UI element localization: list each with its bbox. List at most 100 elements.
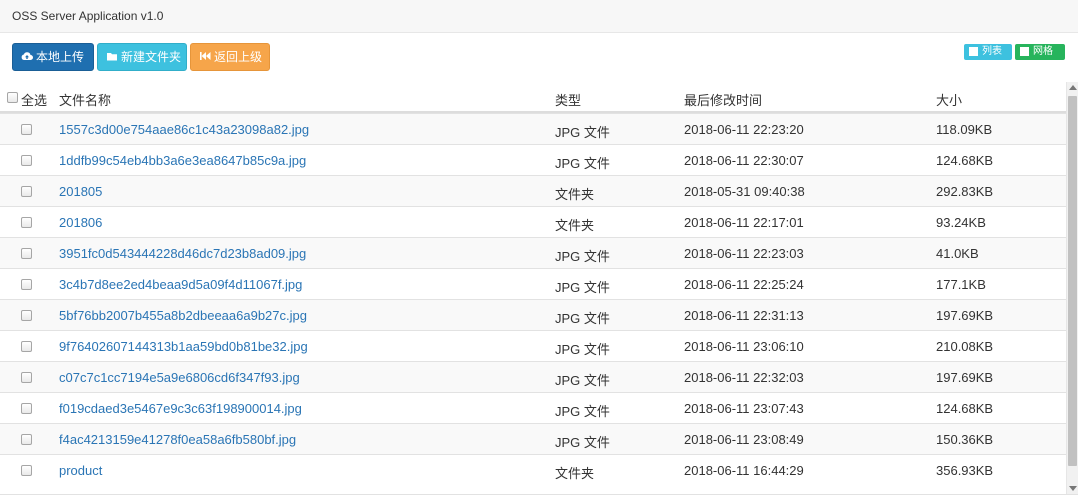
file-type: JPG 文件	[555, 156, 610, 171]
file-type: 文件夹	[555, 466, 595, 481]
upload-button-label: 本地上传	[36, 50, 85, 64]
row-checkbox[interactable]	[21, 403, 32, 414]
file-size: 124.68KB	[936, 153, 994, 168]
file-type: JPG 文件	[555, 125, 610, 140]
file-name-link[interactable]: f4ac4213159e41278f0ea58a6fb580bf.jpg	[59, 432, 296, 447]
file-name-link[interactable]: 201806	[59, 215, 102, 230]
modified-time: 2018-06-11 22:23:03	[684, 246, 804, 261]
column-header-modified: 最后修改时间	[684, 93, 763, 108]
back-button-label: 返回上级	[214, 50, 263, 64]
file-type: JPG 文件	[555, 435, 610, 450]
row-checkbox[interactable]	[21, 248, 32, 259]
file-size: 356.93KB	[936, 463, 994, 478]
column-header-type: 类型	[555, 93, 582, 108]
modified-time: 2018-06-11 22:23:20	[684, 122, 804, 137]
row-checkbox[interactable]	[21, 310, 32, 321]
file-table: 全选 文件名称 类型 最后修改时间 大小 1557c3d00e754aae86c…	[0, 82, 1066, 494]
table-row[interactable]: 5bf76bb2007b455a8b2dbeeaa6a9b27c.jpg JPG …	[0, 299, 1066, 330]
row-checkbox[interactable]	[21, 341, 32, 352]
table-row[interactable]: 201806 文件夹 2018-06-11 22:17:01 93.24KB	[0, 206, 1066, 237]
scroll-down-icon[interactable]	[1069, 486, 1077, 491]
file-size: 292.83KB	[936, 184, 994, 199]
back-button[interactable]: 返回上级	[190, 43, 270, 71]
modified-time: 2018-06-11 23:07:43	[684, 401, 804, 416]
modified-time: 2018-06-11 23:08:49	[684, 432, 804, 447]
table-row[interactable]: product 文件夹 2018-06-11 16:44:29 356.93KB	[0, 454, 1066, 485]
file-type: JPG 文件	[555, 373, 610, 388]
file-type: JPG 文件	[555, 311, 610, 326]
modified-time: 2018-06-11 22:25:24	[684, 277, 804, 292]
file-name-link[interactable]: 9f76402607144313b1aa59bd0b81be32.jpg	[59, 339, 308, 354]
row-checkbox[interactable]	[21, 465, 32, 476]
table-header: 全选 文件名称 类型 最后修改时间 大小	[0, 82, 1066, 113]
vertical-scrollbar[interactable]	[1066, 82, 1078, 494]
new-folder-button[interactable]: 新建文件夹	[97, 43, 187, 71]
row-checkbox[interactable]	[21, 279, 32, 290]
grid-icon	[1020, 47, 1029, 56]
table-row[interactable]: 3951fc0d543444228d46dc7d23b8ad09.jpg JPG …	[0, 237, 1066, 268]
row-checkbox[interactable]	[21, 124, 32, 135]
table-row[interactable]: f4ac4213159e41278f0ea58a6fb580bf.jpg JPG …	[0, 423, 1066, 454]
file-type: 文件夹	[555, 218, 595, 233]
list-view-button[interactable]: 列表	[964, 44, 1012, 60]
modified-time: 2018-06-11 23:06:10	[684, 339, 804, 354]
scrollbar-thumb[interactable]	[1068, 96, 1077, 466]
file-type: JPG 文件	[555, 404, 610, 419]
grid-view-label: 网格	[1033, 46, 1053, 57]
grid-view-button[interactable]: 网格	[1015, 44, 1065, 60]
scroll-up-icon[interactable]	[1069, 85, 1077, 90]
list-view-label: 列表	[982, 46, 1002, 57]
file-name-link[interactable]: 1ddfb99c54eb4bb3a6e3ea8647b85c9a.jpg	[59, 153, 306, 168]
column-header-size: 大小	[936, 93, 963, 108]
folder-icon	[107, 53, 117, 61]
app-header: OSS Server Application v1.0	[0, 0, 1078, 33]
table-row[interactable]: 1ddfb99c54eb4bb3a6e3ea8647b85c9a.jpg JPG …	[0, 144, 1066, 175]
table-row[interactable]: c07c7c1cc7194e5a9e6806cd6f347f93.jpg JPG …	[0, 361, 1066, 392]
modified-time: 2018-06-11 16:44:29	[684, 463, 804, 478]
file-name-link[interactable]: 3951fc0d543444228d46dc7d23b8ad09.jpg	[59, 246, 306, 261]
file-size: 124.68KB	[936, 401, 994, 416]
file-size: 41.0KB	[936, 246, 979, 261]
modified-time: 2018-06-11 22:17:01	[684, 215, 804, 230]
app-title: OSS Server Application v1.0	[12, 9, 164, 23]
file-size: 197.69KB	[936, 370, 994, 385]
list-icon	[969, 47, 978, 56]
fast-backward-icon	[200, 52, 211, 60]
column-header-name: 文件名称	[59, 93, 112, 108]
file-name-link[interactable]: c07c7c1cc7194e5a9e6806cd6f347f93.jpg	[59, 370, 300, 385]
file-size: 210.08KB	[936, 339, 994, 354]
row-checkbox[interactable]	[21, 155, 32, 166]
file-name-link[interactable]: 201805	[59, 184, 102, 199]
file-size: 118.09KB	[936, 122, 993, 137]
select-all-checkbox[interactable]	[7, 92, 18, 103]
table-row[interactable]: 1557c3d00e754aae86c1c43a23098a82.jpg JPG …	[0, 113, 1066, 144]
select-all-label[interactable]: 全选	[21, 90, 47, 109]
file-name-link[interactable]: 3c4b7d8ee2ed4beaa9d5a09f4d11067f.jpg	[59, 277, 302, 292]
new-folder-button-label: 新建文件夹	[121, 50, 182, 64]
table-row[interactable]: f019cdaed3e5467e9c3c63f198900014.jpg JPG …	[0, 392, 1066, 423]
file-size: 150.36KB	[936, 432, 994, 447]
row-checkbox[interactable]	[21, 372, 32, 383]
upload-button[interactable]: 本地上传	[12, 43, 94, 71]
file-type: JPG 文件	[555, 280, 610, 295]
file-type: JPG 文件	[555, 249, 610, 264]
table-row[interactable]: 9f76402607144313b1aa59bd0b81be32.jpg JPG …	[0, 330, 1066, 361]
file-name-link[interactable]: 5bf76bb2007b455a8b2dbeeaa6a9b27c.jpg	[59, 308, 307, 323]
modified-time: 2018-06-11 22:32:03	[684, 370, 804, 385]
file-name-link[interactable]: product	[59, 463, 102, 478]
file-size: 177.1KB	[936, 277, 986, 292]
table-row[interactable]: 3c4b7d8ee2ed4beaa9d5a09f4d11067f.jpg JPG …	[0, 268, 1066, 299]
table-row[interactable]: 201805 文件夹 2018-05-31 09:40:38 292.83KB	[0, 175, 1066, 206]
modified-time: 2018-05-31 09:40:38	[684, 184, 805, 199]
file-type: 文件夹	[555, 187, 595, 202]
cloud-upload-icon	[21, 52, 33, 60]
row-checkbox[interactable]	[21, 217, 32, 228]
file-name-link[interactable]: f019cdaed3e5467e9c3c63f198900014.jpg	[59, 401, 302, 416]
file-name-link[interactable]: 1557c3d00e754aae86c1c43a23098a82.jpg	[59, 122, 309, 137]
row-checkbox[interactable]	[21, 434, 32, 445]
modified-time: 2018-06-11 22:30:07	[684, 153, 804, 168]
table-footer-border	[0, 494, 1078, 500]
row-checkbox[interactable]	[21, 186, 32, 197]
file-size: 197.69KB	[936, 308, 994, 323]
modified-time: 2018-06-11 22:31:13	[684, 308, 804, 323]
